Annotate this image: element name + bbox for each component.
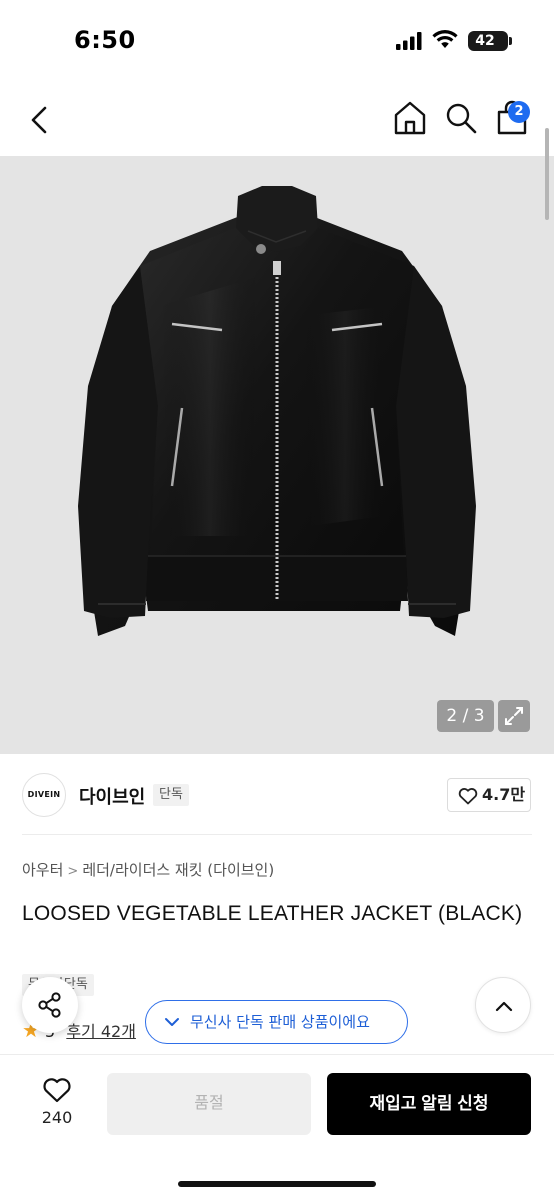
leather-jacket-image xyxy=(78,186,476,636)
status-time: 6:50 xyxy=(74,26,136,54)
brand-logo[interactable]: DIVEIN xyxy=(22,773,66,817)
battery-icon: 42 xyxy=(468,31,508,51)
cart-count-badge: 2 xyxy=(508,101,530,123)
brand-row[interactable]: DIVEIN 다이브인 단독 4.7만 xyxy=(0,754,554,836)
breadcrumb-category[interactable]: 아우터 xyxy=(22,861,63,879)
chevron-up-icon xyxy=(495,1001,513,1012)
share-icon xyxy=(38,992,61,1018)
breadcrumb: 아우터 > 레더/라이더스 재킷 (다이브인) xyxy=(22,859,274,880)
product-image[interactable] xyxy=(0,156,554,754)
check-icon xyxy=(165,1018,179,1026)
wishlist-button[interactable]: 240 xyxy=(22,1072,92,1134)
brand-like-count: 4.7만 xyxy=(482,785,526,804)
brand-name[interactable]: 다이브인 xyxy=(79,783,145,809)
chevron-left-icon[interactable] xyxy=(22,100,62,140)
brand-exclusive-tag: 단독 xyxy=(153,784,189,806)
reviews-link[interactable]: 후기 42개 xyxy=(66,1022,136,1041)
share-button[interactable] xyxy=(22,977,78,1033)
toast-text: 무신사 단독 판매 상품이에요 xyxy=(190,1013,370,1031)
divider xyxy=(22,834,532,835)
image-counter: 2 / 3 xyxy=(437,700,494,732)
battery-tip xyxy=(509,37,512,45)
scroll-indicator xyxy=(545,128,549,220)
wishlist-count: 240 xyxy=(41,1108,73,1127)
expand-icon[interactable] xyxy=(498,700,530,732)
breadcrumb-subcategory[interactable]: 레더/라이더스 재킷 (다이브인) xyxy=(82,861,274,879)
nav-header xyxy=(0,82,554,156)
scroll-to-top-button[interactable] xyxy=(475,977,531,1033)
chevron-right-icon: > xyxy=(67,864,79,879)
cellular-signal-icon xyxy=(396,32,422,54)
exclusive-toast: 무신사 단독 판매 상품이에요 xyxy=(145,1000,408,1044)
heart-icon xyxy=(458,788,478,805)
status-bar: 6:50 42 xyxy=(0,0,554,82)
soldout-button[interactable]: 품절 xyxy=(107,1073,311,1135)
home-indicator xyxy=(178,1181,376,1187)
battery-level: 42 xyxy=(475,33,495,49)
home-icon[interactable] xyxy=(392,100,428,136)
brand-like-button[interactable]: 4.7만 xyxy=(447,778,531,812)
product-title: LOOSED VEGETABLE LEATHER JACKET (BLACK) xyxy=(22,902,523,925)
wifi-icon xyxy=(432,30,458,54)
search-icon[interactable] xyxy=(443,100,479,136)
restock-alert-button[interactable]: 재입고 알림 신청 xyxy=(327,1073,531,1135)
heart-icon xyxy=(43,1078,71,1103)
